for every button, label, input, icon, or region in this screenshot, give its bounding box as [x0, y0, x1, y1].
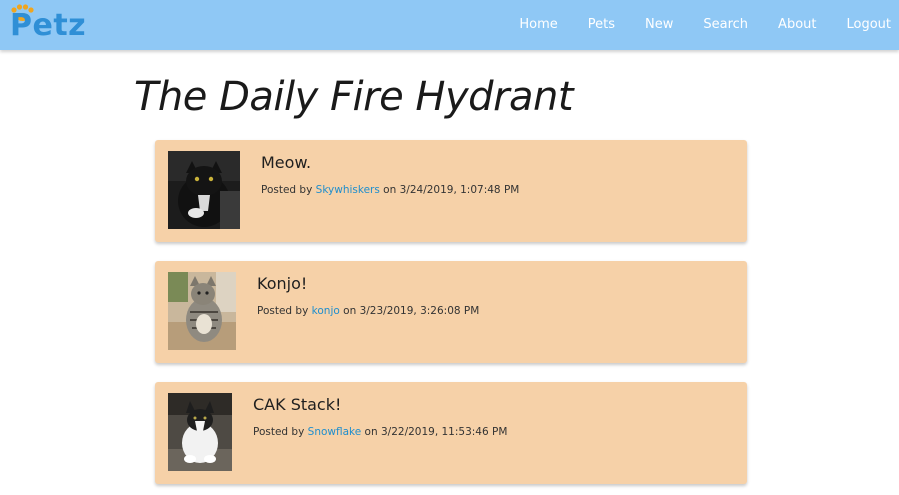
- page-title: The Daily Fire Hydrant: [134, 74, 574, 120]
- white-black-cat-photo-icon: [168, 393, 232, 471]
- post-meta: Posted by konjo on 3/23/2019, 3:26:08 PM: [257, 305, 479, 317]
- brand-name: Petz: [10, 8, 87, 43]
- post-meta: Posted by Snowflake on 3/22/2019, 11:53:…: [253, 426, 507, 438]
- on-label: on: [364, 426, 378, 438]
- post-timestamp: 3/22/2019, 11:53:46 PM: [380, 426, 508, 438]
- posted-by-label: Posted by: [261, 184, 313, 196]
- post-title: Meow.: [261, 153, 312, 172]
- post-meta: Posted by Skywhiskers on 3/24/2019, 1:07…: [261, 184, 519, 196]
- nav-about[interactable]: About: [778, 0, 816, 50]
- post-timestamp: 3/23/2019, 3:26:08 PM: [359, 305, 480, 317]
- nav-search[interactable]: Search: [703, 0, 748, 50]
- nav-new[interactable]: New: [645, 0, 673, 50]
- posted-by-label: Posted by: [257, 305, 309, 317]
- petz-logo[interactable]: Petz: [8, 4, 92, 44]
- post-author-link[interactable]: Skywhiskers: [316, 184, 380, 196]
- post-title: CAK Stack!: [253, 395, 342, 414]
- post-thumbnail[interactable]: [168, 393, 232, 471]
- post-title: Konjo!: [257, 274, 308, 293]
- on-label: on: [383, 184, 397, 196]
- post-author-link[interactable]: Snowflake: [308, 426, 362, 438]
- black-cat-photo-icon: [168, 151, 240, 229]
- post-card: Meow. Posted by Skywhiskers on 3/24/2019…: [155, 140, 747, 242]
- nav-links: Home Pets New Search About Logout: [489, 0, 899, 50]
- tabby-cat-photo-icon: [168, 272, 236, 350]
- nav-pets[interactable]: Pets: [588, 0, 615, 50]
- on-label: on: [343, 305, 357, 317]
- post-author-link[interactable]: konjo: [312, 305, 340, 317]
- post-card: Konjo! Posted by konjo on 3/23/2019, 3:2…: [155, 261, 747, 363]
- nav-home[interactable]: Home: [519, 0, 557, 50]
- post-card: CAK Stack! Posted by Snowflake on 3/22/2…: [155, 382, 747, 484]
- post-timestamp: 3/24/2019, 1:07:48 PM: [399, 184, 520, 196]
- posted-by-label: Posted by: [253, 426, 305, 438]
- top-navbar: Petz Home Pets New Search About Logout: [0, 0, 899, 50]
- nav-logout[interactable]: Logout: [846, 0, 891, 50]
- post-thumbnail[interactable]: [168, 151, 240, 229]
- post-thumbnail[interactable]: [168, 272, 236, 350]
